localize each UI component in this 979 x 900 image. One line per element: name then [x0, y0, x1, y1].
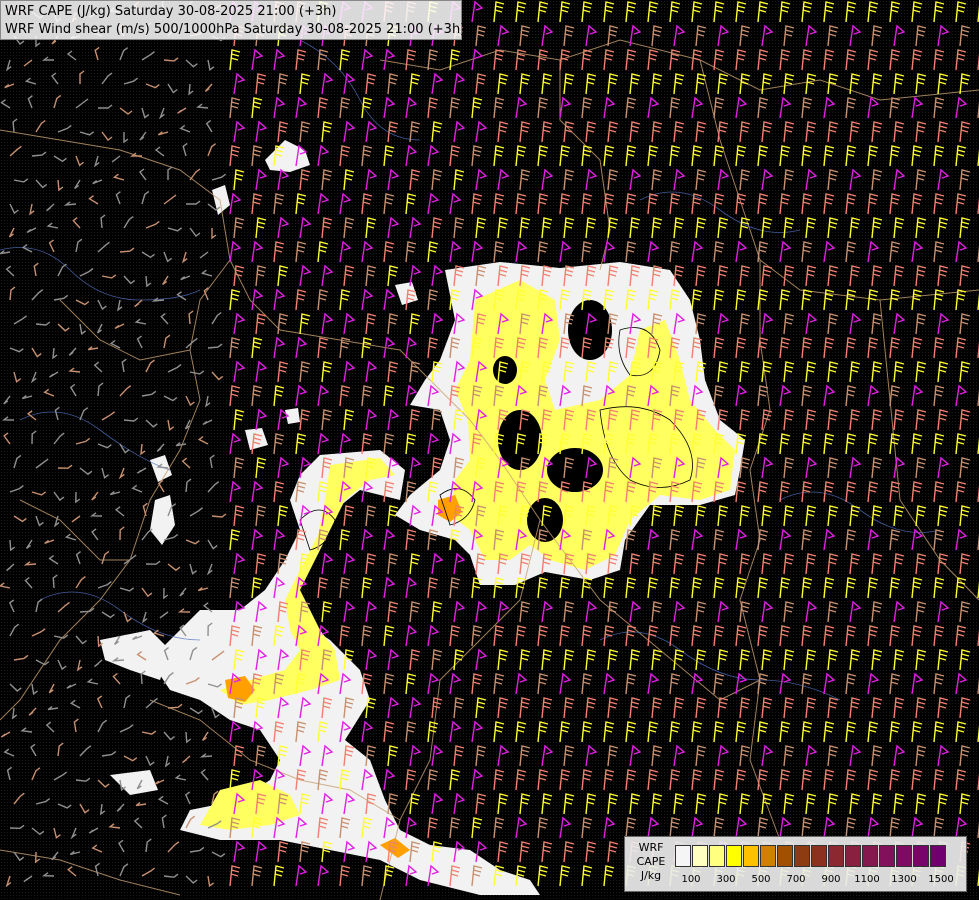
- legend-swatch: [896, 845, 912, 867]
- legend-swatch: [930, 845, 946, 867]
- legend-swatch: [743, 845, 759, 867]
- legend-tick: 700: [786, 874, 806, 885]
- legend-tick: 1300: [891, 874, 917, 885]
- legend-ticks: 100 300 500 700 900 1100 1300 1500: [675, 874, 965, 888]
- weather-map: [0, 0, 979, 900]
- legend-swatch: [811, 845, 827, 867]
- legend-swatch: [862, 845, 878, 867]
- legend-label-line: J/kg: [640, 869, 662, 882]
- map-page: WRF CAPE (J/kg) Saturday 30-08-2025 21:0…: [0, 0, 979, 900]
- legend-swatch: [828, 845, 844, 867]
- legend-tick: 500: [751, 874, 771, 885]
- legend-swatch: [709, 845, 725, 867]
- legend-swatch: [794, 845, 810, 867]
- legend-tick: 300: [716, 874, 736, 885]
- legend-tick: 900: [821, 874, 841, 885]
- legend-swatches: [675, 845, 947, 867]
- legend-swatch: [760, 845, 776, 867]
- legend-label: WRF CAPE J/kg: [631, 841, 671, 883]
- map-title-box: WRF CAPE (J/kg) Saturday 30-08-2025 21:0…: [0, 0, 466, 40]
- legend-tick: 100: [681, 874, 701, 885]
- cape-hole: [493, 356, 517, 384]
- legend-tick: 1500: [928, 874, 954, 885]
- legend-swatch: [913, 845, 929, 867]
- cape-legend: WRF CAPE J/kg 100 300 500 700 900 1100 1…: [624, 836, 967, 892]
- legend-swatch: [675, 845, 691, 867]
- legend-label-line: CAPE: [636, 855, 666, 868]
- legend-swatch: [692, 845, 708, 867]
- cape-hole: [547, 448, 603, 492]
- title-line-wind-shear: WRF Wind shear (m/s) 500/1000hPa Saturda…: [5, 22, 466, 37]
- legend-tick: 1100: [854, 874, 880, 885]
- legend-swatch: [845, 845, 861, 867]
- legend-label-line: WRF: [638, 841, 664, 854]
- legend-swatch: [777, 845, 793, 867]
- legend-swatch: [726, 845, 742, 867]
- legend-swatch: [879, 845, 895, 867]
- title-line-cape: WRF CAPE (J/kg) Saturday 30-08-2025 21:0…: [5, 4, 337, 19]
